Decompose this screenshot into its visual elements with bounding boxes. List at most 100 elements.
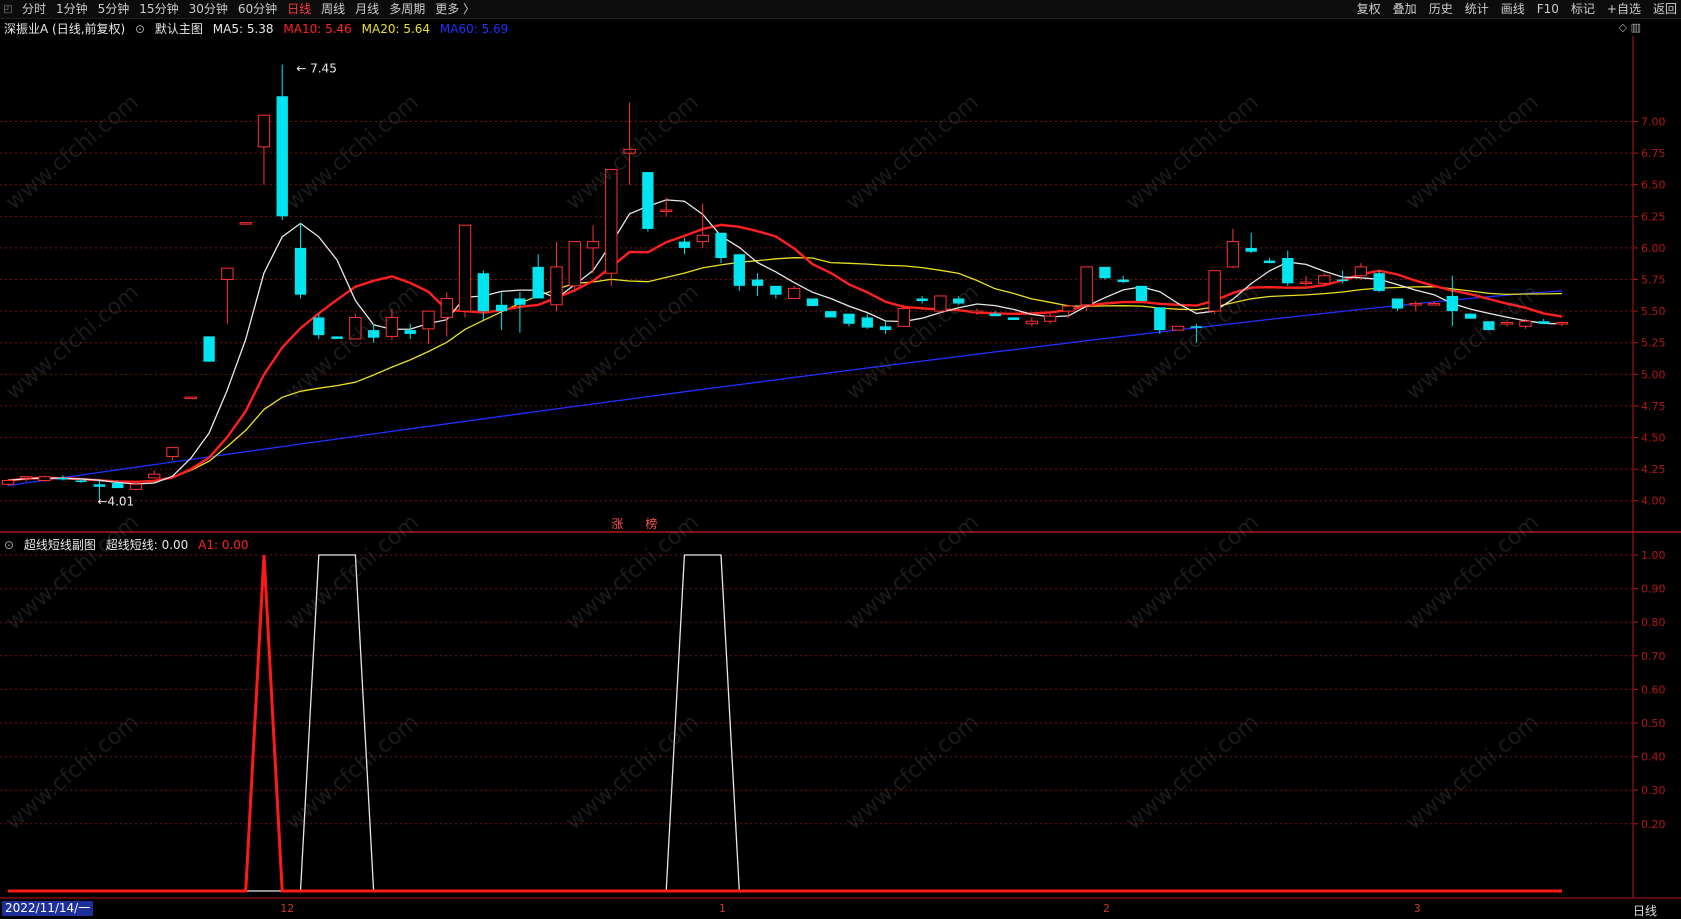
candle	[586, 225, 600, 274]
y-tick-label: 4.25	[1641, 463, 1666, 476]
candle-body	[1483, 321, 1495, 331]
candle-body	[934, 295, 947, 312]
candle-body	[422, 310, 435, 330]
y-tick-label: 0.70	[1641, 650, 1666, 663]
candle-body	[148, 473, 161, 479]
candle	[166, 447, 179, 461]
candle-body	[458, 224, 472, 312]
candle-body	[1373, 273, 1385, 291]
candle-body	[1318, 275, 1331, 284]
y-tick-label: 5.50	[1641, 305, 1666, 318]
y-tick-label: 4.00	[1641, 495, 1666, 508]
y-tick-label: 5.00	[1641, 368, 1666, 381]
candle	[148, 470, 161, 479]
candle-body	[1427, 303, 1441, 306]
candle-body	[1099, 266, 1111, 279]
candle	[257, 114, 271, 185]
candle-body	[787, 287, 801, 299]
candle	[861, 313, 873, 329]
candle	[38, 475, 51, 482]
candle	[787, 285, 801, 299]
y-tick-label: 6.75	[1641, 147, 1666, 160]
candle-body	[514, 298, 526, 305]
candle	[550, 241, 563, 312]
grid-lines	[0, 121, 1633, 825]
candle-body	[806, 298, 819, 307]
candle-body	[129, 483, 143, 490]
candle-body	[916, 298, 928, 302]
y-tick-label: 0.20	[1641, 818, 1666, 831]
period-label[interactable]: 日线	[1633, 902, 1657, 919]
candle-body	[586, 241, 600, 249]
candle-body	[532, 266, 544, 299]
candle	[989, 311, 1001, 317]
candle-body	[440, 297, 453, 318]
candle	[1282, 250, 1294, 286]
candle-body	[239, 222, 252, 225]
candle	[1464, 313, 1477, 319]
low-price-label: ←4.01	[97, 494, 134, 508]
marker-text: 榜	[645, 516, 657, 531]
candle-body	[349, 316, 362, 340]
candle-body	[1409, 303, 1422, 306]
candle-body	[623, 148, 636, 154]
y-tick-label: 4.75	[1641, 400, 1666, 413]
candle-body	[861, 317, 873, 328]
candle	[953, 295, 965, 305]
candle-body	[1336, 279, 1349, 282]
candle-body	[257, 114, 271, 148]
candle-body	[1190, 326, 1203, 328]
candle	[1373, 270, 1385, 293]
candle	[294, 222, 307, 299]
candle	[1483, 321, 1495, 331]
candle-body	[879, 326, 892, 331]
candle-body	[1171, 325, 1185, 331]
candle-body	[733, 254, 745, 286]
candle-body	[678, 241, 691, 248]
candle-body	[1245, 247, 1257, 252]
candle	[422, 310, 435, 344]
candle	[1226, 228, 1240, 269]
candle	[916, 295, 928, 304]
candle-body	[1025, 320, 1038, 325]
candle-body	[843, 313, 855, 324]
y-tick-label: 1.00	[1641, 549, 1666, 562]
y-axis-labels: 7.00 6.75 6.50 6.25 6.00 5.75 5.50 5.25 5.00 4.75…	[1633, 116, 1666, 831]
candle	[239, 222, 252, 225]
month-tick-1: 1	[719, 902, 726, 915]
candle	[1099, 266, 1111, 280]
candle-body	[1135, 285, 1148, 302]
candle	[715, 232, 727, 264]
candle-body	[953, 298, 965, 304]
y-tick-label: 0.50	[1641, 717, 1666, 730]
candle	[1245, 232, 1257, 253]
candle-body	[38, 476, 51, 481]
kline-chart[interactable]: ← 7.45 ←4.01 涨 榜 7.00 6.75 6.50 6.25 6.00 5.75 5.…	[0, 0, 1681, 917]
candle	[458, 224, 472, 318]
candle-body	[313, 317, 325, 336]
high-price-label: ← 7.45	[296, 62, 337, 76]
candle-body	[1538, 321, 1550, 324]
candle	[605, 169, 618, 286]
candle-body	[1007, 317, 1020, 320]
candle	[349, 313, 362, 340]
y-tick-label: 6.50	[1641, 179, 1666, 192]
candle-body	[1519, 320, 1532, 327]
candle-body	[1226, 241, 1240, 268]
candle	[1391, 298, 1404, 312]
candle	[733, 254, 745, 291]
candle-body	[57, 477, 69, 480]
cursor-date: 2022/11/14/一	[2, 901, 94, 916]
candle-body	[1555, 321, 1569, 325]
y-tick-label: 0.60	[1641, 683, 1666, 696]
candle-body	[331, 336, 343, 339]
candle	[1025, 317, 1038, 327]
candle	[1409, 301, 1422, 312]
candle	[331, 336, 343, 339]
candle-body	[659, 209, 673, 212]
candle-body	[1062, 305, 1075, 312]
candle	[970, 308, 984, 315]
y-tick-label: 4.50	[1641, 432, 1666, 445]
candle-body	[221, 267, 234, 281]
candle-body	[696, 234, 709, 243]
